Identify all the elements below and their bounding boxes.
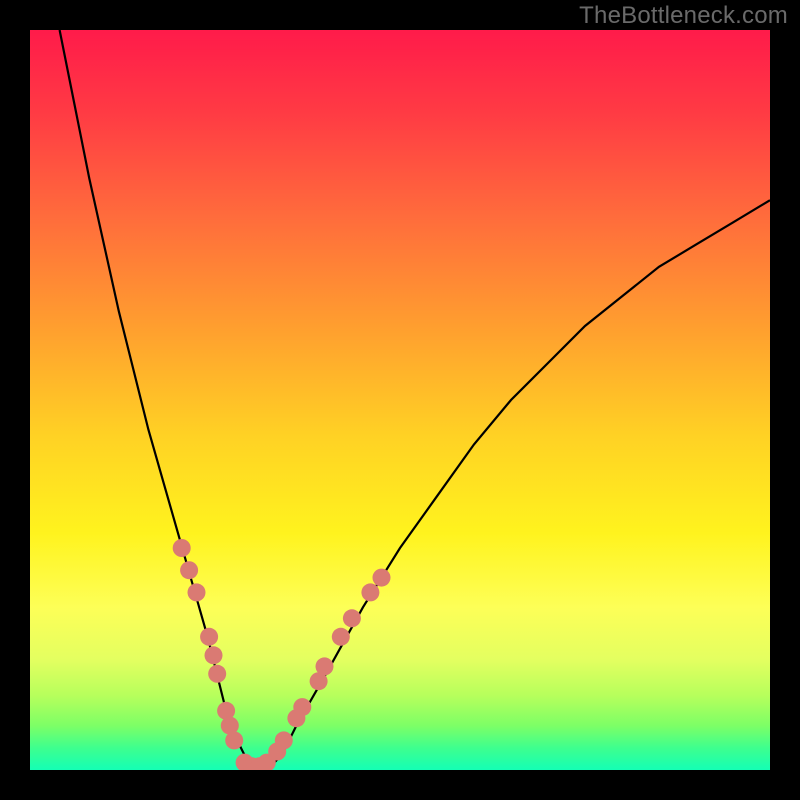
chart-frame: TheBottleneck.com (0, 0, 800, 800)
data-point (225, 731, 243, 749)
data-point (373, 569, 391, 587)
data-point (188, 583, 206, 601)
data-point (293, 698, 311, 716)
watermark-text: TheBottleneck.com (579, 2, 788, 30)
bottleneck-curve (60, 30, 770, 770)
curve-layer (30, 30, 770, 770)
data-point (180, 561, 198, 579)
data-point (361, 583, 379, 601)
data-point (208, 665, 226, 683)
data-markers (173, 539, 391, 770)
data-point (316, 657, 334, 675)
data-point (200, 628, 218, 646)
data-point (205, 646, 223, 664)
data-point (275, 731, 293, 749)
data-point (343, 609, 361, 627)
data-point (173, 539, 191, 557)
plot-area (30, 30, 770, 770)
data-point (332, 628, 350, 646)
